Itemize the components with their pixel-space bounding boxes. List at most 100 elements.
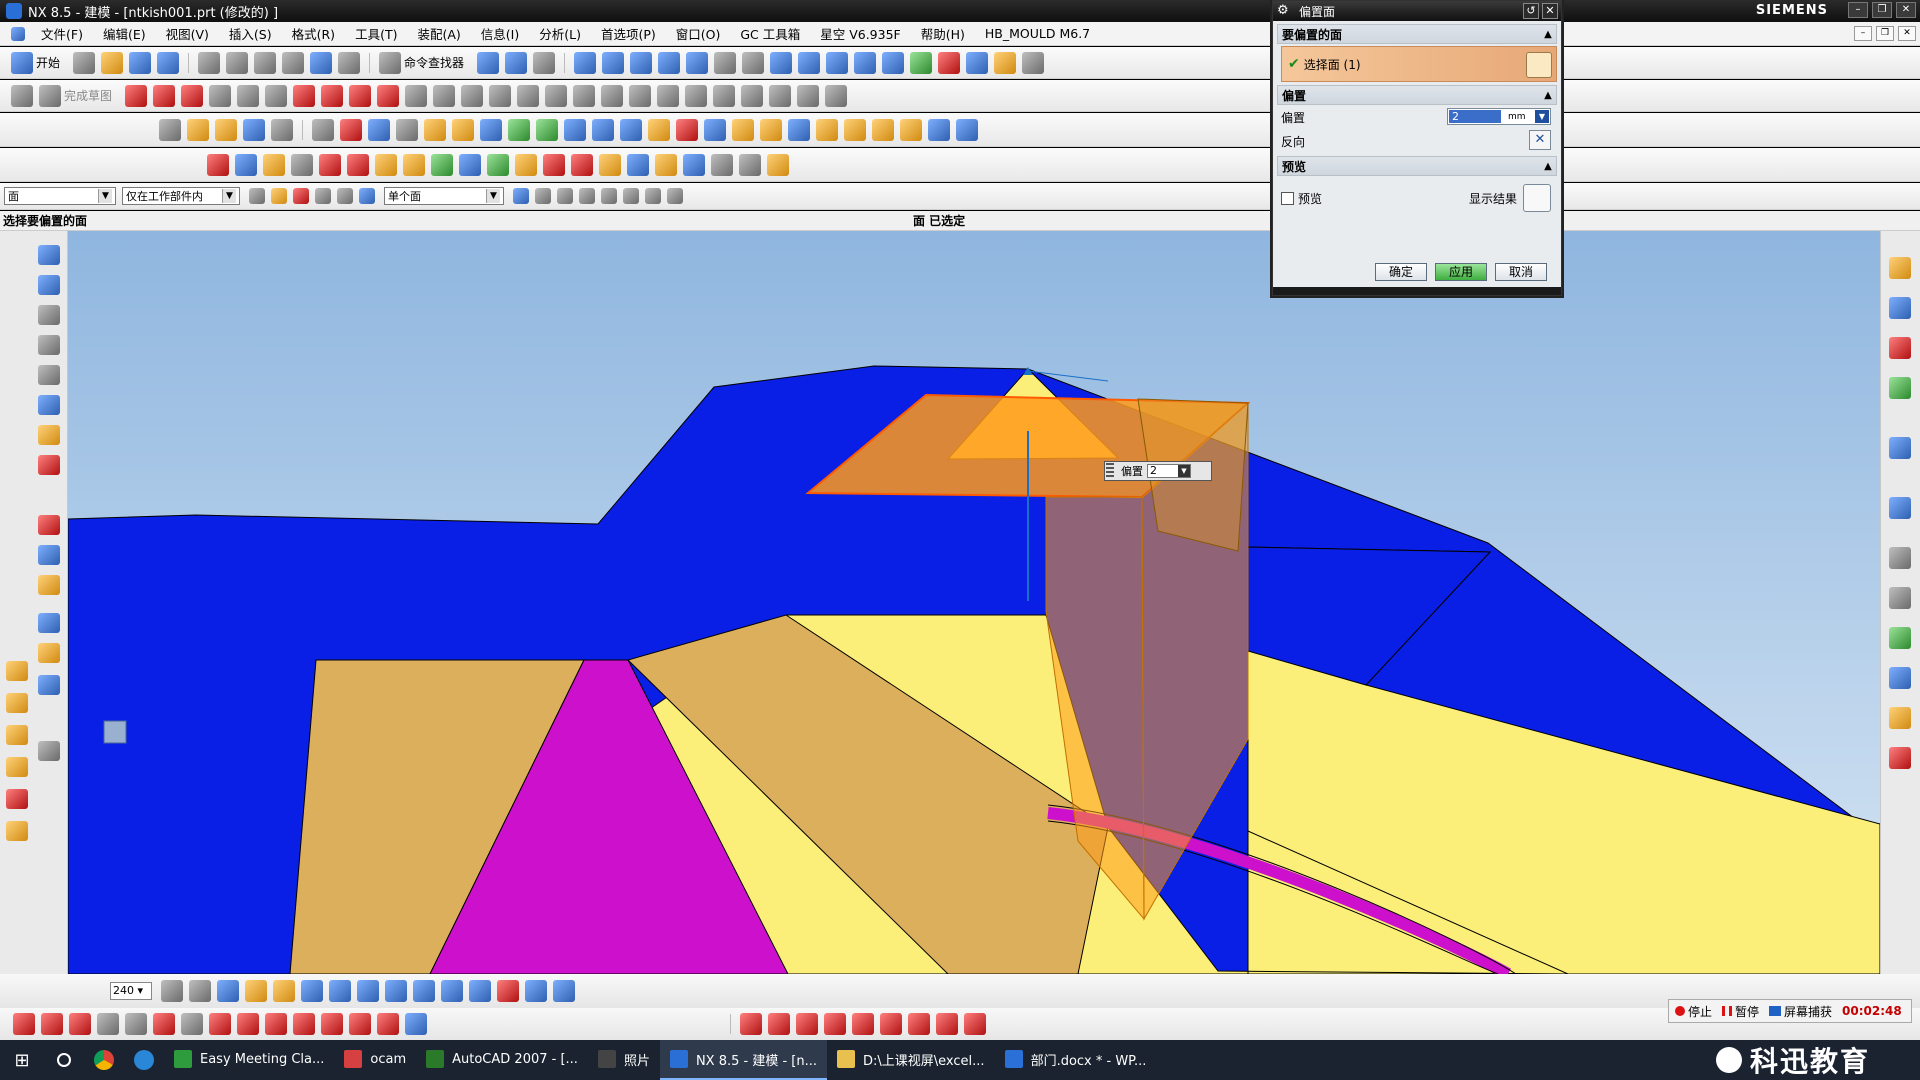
intersect-icon[interactable]	[564, 118, 586, 141]
surface-icon[interactable]	[38, 425, 60, 445]
snap-control-icon[interactable]	[579, 188, 595, 204]
screen-capture-button[interactable]: 屏幕捕获	[1769, 1003, 1832, 1020]
doc-close-button[interactable]: ✕	[1898, 26, 1916, 41]
chevron-down-icon[interactable]: ▼	[1178, 465, 1190, 477]
system-scene-icon[interactable]	[1889, 667, 1911, 689]
horizontal-icon[interactable]	[713, 84, 736, 107]
taskbar-item[interactable]: 部门.docx * - WP...	[995, 1040, 1157, 1080]
split-body-icon[interactable]	[732, 118, 754, 141]
warning-icon[interactable]	[6, 821, 28, 841]
taskbar-item[interactable]: 照片	[588, 1040, 660, 1080]
zoom-window-icon[interactable]	[602, 51, 625, 74]
constraint-icon[interactable]	[601, 84, 624, 107]
perpendicular-icon[interactable]	[685, 84, 708, 107]
open-folder-icon[interactable]	[101, 51, 124, 74]
replace-face-icon[interactable]	[872, 118, 894, 141]
finish-sketch-button[interactable]: 完成草图	[64, 87, 112, 104]
pocket-icon[interactable]	[480, 118, 502, 141]
edit-feature-icon[interactable]	[207, 153, 229, 176]
close-icon[interactable]: ✕	[1542, 3, 1558, 19]
collapse-icon[interactable]: ▲	[1540, 29, 1556, 40]
vertical-icon[interactable]	[741, 84, 764, 107]
ellipse-icon[interactable]	[377, 84, 400, 107]
delete-face-icon[interactable]	[900, 118, 922, 141]
collapse-icon[interactable]: ▲	[1540, 90, 1556, 101]
render-style-icon[interactable]	[742, 51, 765, 74]
extend-icon[interactable]	[545, 84, 568, 107]
snap-point-icon[interactable]	[667, 188, 683, 204]
fillet-curve-icon[interactable]	[824, 1013, 846, 1035]
cut-icon[interactable]	[198, 51, 221, 74]
pause-recording-button[interactable]: 暂停	[1722, 1003, 1759, 1020]
array-icon[interactable]	[413, 980, 435, 1002]
magnifier-icon[interactable]	[1523, 184, 1551, 212]
collapse-icon[interactable]: ▲	[1540, 161, 1556, 172]
fit-icon[interactable]	[574, 51, 597, 74]
table-icon[interactable]	[739, 153, 761, 176]
menu-xingkong[interactable]: 星空 V6.935F	[810, 24, 911, 43]
resize-icon[interactable]	[543, 153, 565, 176]
solid-density-icon[interactable]	[515, 153, 537, 176]
part-navigator-icon[interactable]	[1889, 337, 1911, 359]
right-view-icon[interactable]	[854, 51, 877, 74]
stop-recording-button[interactable]: 停止	[1675, 1003, 1712, 1020]
doc-minimize-button[interactable]: –	[1854, 26, 1872, 41]
menu-window[interactable]: 窗口(O)	[666, 24, 731, 43]
face-rule-select[interactable]: 单个面 ▼	[384, 187, 504, 205]
snap-mid-icon[interactable]	[557, 188, 573, 204]
type-filter-select[interactable]: 面 ▼	[4, 187, 116, 205]
start-button[interactable]: 开始	[36, 54, 60, 71]
copy-object-icon[interactable]	[329, 980, 351, 1002]
crosshair-icon[interactable]	[38, 741, 60, 761]
snap-icon[interactable]	[533, 51, 556, 74]
bend-icon[interactable]	[38, 545, 60, 565]
measure-distance-icon[interactable]	[469, 980, 491, 1002]
ok-button[interactable]: 确定	[1375, 263, 1427, 281]
reuse-lib-icon[interactable]	[6, 757, 28, 777]
measure-angle-icon[interactable]	[497, 980, 519, 1002]
reuse-library-icon[interactable]	[1889, 377, 1911, 399]
tools-icon[interactable]	[38, 305, 60, 325]
offset-value[interactable]: 2	[1449, 110, 1501, 123]
rotate-icon[interactable]	[686, 51, 709, 74]
search-icon[interactable]	[44, 1040, 84, 1080]
clock-icon[interactable]	[1889, 547, 1911, 569]
gear-icon[interactable]: ⚙	[1277, 4, 1291, 18]
drag-handle[interactable]	[1106, 463, 1114, 479]
move-layer-icon[interactable]	[994, 51, 1017, 74]
top-view-icon[interactable]	[826, 51, 849, 74]
history-pane-icon[interactable]	[1889, 497, 1911, 519]
menu-help[interactable]: 帮助(H)	[911, 24, 975, 43]
deselect-icon[interactable]	[293, 188, 309, 204]
curve-polygon-icon[interactable]	[209, 1013, 231, 1035]
taskbar-item[interactable]: Easy Meeting Cla...	[164, 1040, 334, 1080]
highlight-icon[interactable]	[359, 188, 375, 204]
restore-button[interactable]: ❐	[1872, 2, 1892, 18]
doc-restore-button[interactable]: ❐	[1876, 26, 1894, 41]
curve-line-icon[interactable]	[13, 1013, 35, 1035]
menu-format[interactable]: 格式(R)	[282, 24, 345, 43]
menu-analysis[interactable]: 分析(L)	[529, 24, 591, 43]
start-icon[interactable]	[11, 51, 33, 74]
wcs-icon[interactable]	[1022, 51, 1045, 74]
analysis-icon[interactable]	[553, 980, 575, 1002]
edit-parameters-icon[interactable]	[235, 153, 257, 176]
iso-view-icon[interactable]	[882, 51, 905, 74]
lasso-icon[interactable]	[337, 188, 353, 204]
menu-assembly[interactable]: 装配(A)	[407, 24, 470, 43]
faces-group-header[interactable]: 要偏置的面 ▲	[1277, 24, 1557, 44]
text-icon[interactable]	[181, 1013, 203, 1035]
dynamic-offset-input[interactable]: 偏置 2 ▼	[1104, 461, 1212, 481]
palette-icon[interactable]	[1889, 707, 1911, 729]
update-icon[interactable]	[487, 153, 509, 176]
curve-combine-icon[interactable]	[405, 1013, 427, 1035]
reorder-icon[interactable]	[319, 153, 341, 176]
measure-body-icon[interactable]	[525, 980, 547, 1002]
datum-axis-icon[interactable]	[340, 118, 362, 141]
curve-offset-icon[interactable]	[237, 1013, 259, 1035]
point-icon[interactable]	[405, 84, 428, 107]
csys-move-icon[interactable]	[441, 980, 463, 1002]
dialog-title-bar[interactable]: ⚙ 偏置面 ↺ ✕	[1273, 1, 1561, 21]
curve-more-icon[interactable]	[964, 1013, 986, 1035]
paste-icon[interactable]	[254, 51, 277, 74]
